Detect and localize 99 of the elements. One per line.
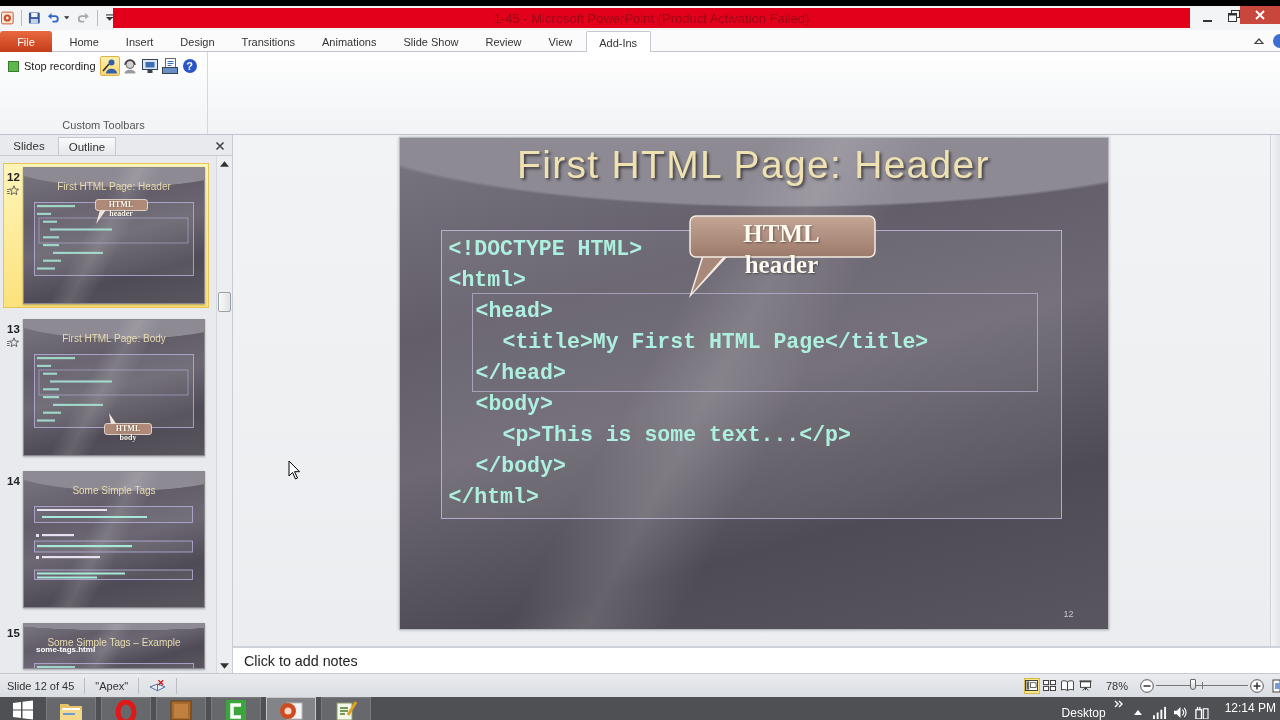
speech-bubble — [93, 199, 149, 225]
ribbon-tab[interactable]: Transitions — [228, 31, 309, 52]
customize-toolbar-icon[interactable] — [105, 14, 113, 22]
monitor-icon — [141, 58, 158, 74]
slide-thumbnail[interactable]: Some Simple Tags — [23, 471, 205, 608]
callout-text: HTML header — [108, 201, 134, 218]
view-button[interactable] — [1059, 677, 1076, 694]
projector-screen-icon — [1079, 680, 1093, 691]
slider-thumb[interactable] — [1189, 679, 1196, 690]
speaker-icon[interactable] — [1172, 706, 1188, 719]
code-line: <head> — [475, 298, 553, 325]
slide-number: 15 — [7, 627, 20, 639]
undo-icon[interactable] — [47, 11, 60, 25]
taskbar-button[interactable] — [211, 697, 261, 720]
thumbnail-title: Some Simple Tags — [72, 484, 156, 497]
view-button[interactable] — [1077, 677, 1094, 694]
restore-icon[interactable] — [1228, 10, 1240, 22]
scroll-up-arrow-icon[interactable] — [220, 161, 229, 167]
toolbar-button[interactable] — [99, 56, 120, 76]
ribbon-tab[interactable]: Review — [471, 31, 536, 52]
slide-thumbnail[interactable]: First HTML Page: Body HTML body — [23, 319, 205, 456]
slide-number: 12 — [1063, 609, 1074, 619]
app-tile-icon[interactable] — [1, 11, 14, 25]
caret-up-icon[interactable] — [1133, 710, 1142, 715]
notepad-with-pen-icon — [334, 700, 358, 720]
toolbar-button[interactable] — [159, 56, 180, 76]
stop-recording-button[interactable]: Stop recording — [8, 56, 100, 76]
signal-bars-icon[interactable] — [1151, 706, 1167, 719]
thumbnail-title: Some Simple Tags – Example — [47, 636, 181, 648]
grid-view-icon — [1043, 680, 1057, 691]
code-line: </head> — [475, 360, 566, 387]
view-button[interactable] — [1023, 677, 1040, 694]
clock-time[interactable]: 12:14 PM — [1224, 701, 1276, 715]
code-line: <!DOCTYPE HTML> — [448, 236, 643, 263]
person-headset-icon — [121, 58, 138, 74]
ring-icon — [114, 700, 138, 720]
open-book-icon — [1061, 680, 1075, 691]
thumbnail-title: First HTML Page: Header — [57, 180, 171, 193]
save-icon[interactable] — [27, 11, 41, 25]
close-button[interactable] — [1240, 6, 1280, 24]
slide-thumbnail[interactable]: First HTML Page: Header HTML header — [23, 167, 205, 304]
wooden-tile-icon — [169, 700, 193, 720]
close-icon[interactable] — [215, 141, 225, 151]
code-line: <title>My First HTML Page</title> — [502, 329, 929, 356]
slide-counter: Slide 12 of 45 — [7, 679, 75, 692]
chevron-up-icon[interactable] — [1254, 36, 1264, 45]
scroll-thumb[interactable] — [218, 292, 231, 312]
zoom-level[interactable]: 78% — [1105, 679, 1128, 692]
file-tab[interactable]: File — [0, 31, 52, 52]
ribbon-tab[interactable]: Design — [166, 31, 229, 52]
fit-to-window-icon[interactable] — [1272, 678, 1280, 693]
slide-number: 14 — [7, 475, 20, 487]
toolbar-button[interactable] — [139, 56, 160, 76]
zoom-in-icon[interactable] — [1250, 678, 1264, 693]
callout-text: HTML body — [115, 425, 141, 442]
thumbnail-title: First HTML Page: Body — [62, 332, 166, 345]
slide-title: First HTML Page: Header — [517, 142, 990, 188]
code-line: <p>This is some text...</p> — [502, 422, 851, 449]
slide-number: 13 — [7, 323, 20, 335]
ribbon-tab[interactable]: Animations — [308, 31, 390, 52]
disc-and-page-icon — [279, 700, 303, 720]
selected-slide-highlight[interactable]: 12 First HTML Page: Header HTML header — [3, 163, 209, 308]
ribbon-tab[interactable]: Home — [56, 31, 113, 52]
scroll-down-arrow-icon[interactable] — [220, 663, 229, 669]
pointer-cursor-icon — [288, 460, 301, 480]
theme-name: "Apex" — [95, 679, 129, 692]
document-tray-icon — [161, 58, 178, 74]
stop-icon — [8, 60, 19, 72]
window-title: 1-45 - Microsoft PowerPoint (Product Activation Failed) — [493, 10, 810, 26]
vertical-scrollbar[interactable] — [216, 156, 232, 673]
vertical-scrollbar[interactable] — [1270, 135, 1280, 646]
close-icon — [1255, 10, 1265, 20]
notes-field[interactable]: Click to add notes — [233, 646, 1280, 673]
callout-text: HTML header — [743, 219, 820, 280]
taskbar-button[interactable] — [321, 697, 371, 720]
c-shape-icon — [224, 700, 248, 720]
desktop-toolbar-label[interactable]: Desktop — [1061, 706, 1106, 720]
taskbar-button[interactable] — [46, 697, 96, 720]
ribbon-tab[interactable]: View — [535, 31, 586, 52]
double-chevron-icon[interactable] — [1113, 700, 1124, 708]
person-with-pen-icon — [101, 58, 118, 74]
code-line: </body> — [475, 453, 566, 480]
ribbon-tab[interactable]: Insert — [112, 31, 167, 52]
caret-down-icon[interactable] — [63, 16, 70, 20]
view-button[interactable] — [1041, 677, 1058, 694]
ribbon-tab[interactable]: Add-Ins — [585, 31, 651, 53]
windows-logo-icon[interactable] — [13, 700, 33, 720]
code-line: <body> — [475, 391, 553, 418]
battery-icon[interactable] — [1193, 706, 1209, 719]
spelling-check-icon[interactable] — [149, 678, 167, 693]
panel-tab[interactable]: Outline — [58, 137, 116, 155]
code-line: </html> — [448, 484, 539, 511]
code-line: <html> — [448, 267, 526, 294]
ribbon-tab[interactable]: Slide Show — [389, 31, 472, 52]
taskbar-button[interactable] — [266, 697, 316, 720]
slide-number: 12 — [7, 171, 20, 183]
group-label: Custom Toolbars — [61, 119, 146, 131]
normal-view-icon — [1025, 680, 1039, 691]
zoom-out-icon[interactable] — [1140, 678, 1154, 693]
